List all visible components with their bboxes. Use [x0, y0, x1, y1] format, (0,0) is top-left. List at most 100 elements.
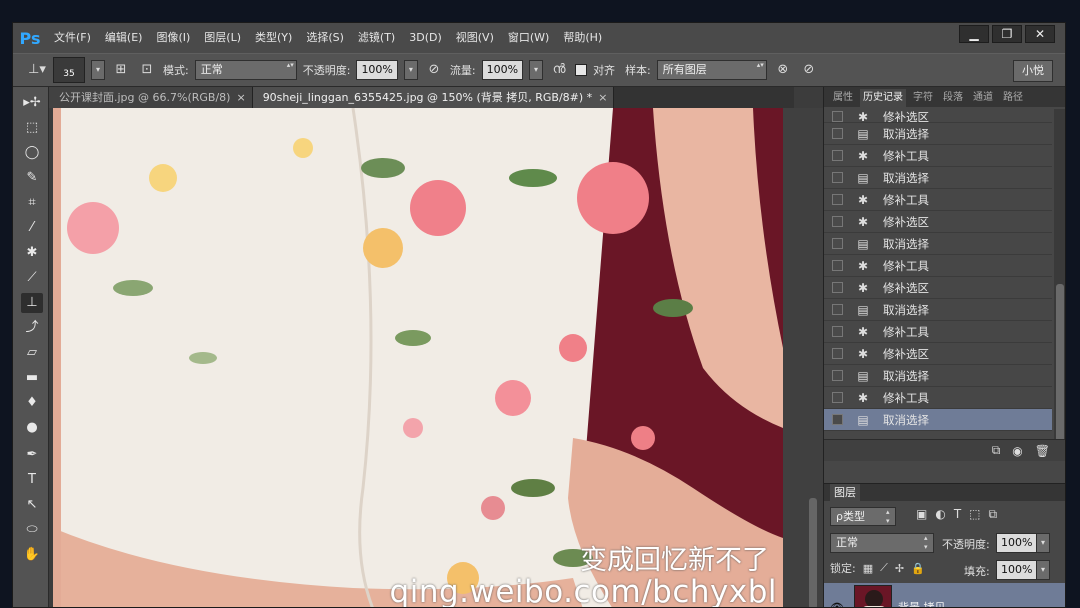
history-scroll-thumb[interactable]	[1056, 284, 1064, 444]
lock-position-icon[interactable]: ✢	[895, 562, 904, 575]
history-item[interactable]: ✱ 修补工具	[824, 189, 1052, 211]
history-checkbox[interactable]	[832, 392, 843, 403]
lock-paint-icon[interactable]: ⟋	[880, 561, 888, 575]
history-checkbox[interactable]	[832, 414, 843, 425]
tab-properties[interactable]: 属性	[830, 89, 856, 107]
history-checkbox[interactable]	[832, 326, 843, 337]
layer-name[interactable]: 背景 拷贝	[898, 599, 946, 607]
crop-icon[interactable]: ⌗	[21, 193, 43, 213]
type-icon[interactable]: T	[21, 470, 43, 490]
blend-mode-select[interactable]: 正常	[830, 533, 934, 553]
menu-filter[interactable]: 滤镜(T)	[351, 23, 402, 53]
lock-all-icon[interactable]: 🔒	[911, 562, 925, 575]
gradient-icon[interactable]: ▬	[21, 368, 43, 388]
menu-edit[interactable]: 编辑(E)	[98, 23, 150, 53]
close-icon[interactable]: ×	[236, 91, 245, 104]
shape-filter-icon[interactable]: ⬚	[969, 507, 980, 522]
lasso-icon[interactable]: ◯	[21, 143, 43, 163]
tab-channels[interactable]: 通道	[970, 89, 996, 107]
fill-input[interactable]: 100%	[996, 560, 1038, 580]
mode-select[interactable]: 正常	[194, 60, 297, 80]
adjustment-filter-icon[interactable]: ◐	[935, 507, 945, 522]
opacity-input[interactable]: 100%	[356, 60, 398, 80]
shape-icon[interactable]: ⬭	[21, 520, 43, 540]
camera-icon[interactable]: ◉	[1012, 444, 1022, 458]
history-item[interactable]: ✱ 修补选区	[824, 277, 1052, 299]
brush-preset-picker[interactable]: 35	[53, 57, 85, 83]
history-item[interactable]: ▤ 取消选择	[824, 365, 1052, 387]
pressure-size-icon[interactable]: ⊘	[799, 60, 819, 80]
dodge-icon[interactable]: ●	[21, 418, 43, 438]
document-canvas[interactable]: 变成回忆新不了 qing.weibo.com/bchyxbl	[53, 108, 783, 607]
flow-input[interactable]: 100%	[481, 60, 524, 80]
history-item[interactable]: ✱ 修补选区	[824, 111, 1052, 123]
history-checkbox[interactable]	[832, 370, 843, 381]
menu-layer[interactable]: 图层(L)	[197, 23, 248, 53]
ignore-adjustment-icon[interactable]: ⊗	[773, 60, 793, 80]
history-checkbox[interactable]	[832, 128, 843, 139]
opacity-dropdown-button[interactable]: ▾	[403, 60, 418, 80]
layer-row[interactable]: 👁 背景 拷贝	[824, 583, 1065, 607]
tab-document-1[interactable]: 公开课封面.jpg @ 66.7%(RGB/8) ×	[49, 87, 253, 108]
menu-select[interactable]: 选择(S)	[299, 23, 351, 53]
menu-type[interactable]: 类型(Y)	[248, 23, 299, 53]
eyedropper-icon[interactable]: ⁄	[21, 218, 43, 238]
clone-source-icon[interactable]: ⊡	[137, 60, 157, 80]
smart-object-filter-icon[interactable]: ⧉	[989, 507, 998, 522]
history-item[interactable]: ▤ 取消选择	[824, 299, 1052, 321]
blur-icon[interactable]: ♦	[21, 393, 43, 413]
hand-icon[interactable]: ✋	[21, 545, 43, 565]
flow-dropdown-button[interactable]: ▾	[529, 60, 544, 80]
menu-3d[interactable]: 3D(D)	[402, 23, 449, 53]
layers-tab[interactable]: 图层	[830, 484, 860, 502]
airbrush-icon[interactable]: ൻ	[549, 60, 569, 80]
history-item[interactable]: ▤ 取消选择	[824, 123, 1052, 145]
close-icon[interactable]: ×	[598, 91, 607, 104]
new-document-icon[interactable]: ⧉	[992, 443, 1001, 458]
layer-opacity-input[interactable]: 100%	[996, 533, 1038, 553]
history-checkbox[interactable]	[832, 260, 843, 271]
tab-paragraph[interactable]: 段落	[940, 89, 966, 107]
canvas-scrollbar[interactable]	[809, 498, 817, 607]
brush-icon[interactable]: ⟋	[21, 268, 43, 288]
history-checkbox[interactable]	[832, 238, 843, 249]
clone-stamp-preset-icon[interactable]: ⊥▾	[27, 60, 47, 80]
fill-dropdown[interactable]: ▾	[1036, 560, 1050, 580]
history-item[interactable]: ✱ 修补工具	[824, 145, 1052, 167]
tab-history[interactable]: 历史记录	[860, 89, 906, 107]
user-button[interactable]: 小悦	[1013, 60, 1053, 82]
minimize-button[interactable]: ▁	[959, 25, 989, 43]
history-item[interactable]: ✱ 修补工具	[824, 321, 1052, 343]
pen-icon[interactable]: ✒	[21, 445, 43, 465]
history-checkbox[interactable]	[832, 282, 843, 293]
eraser-icon[interactable]: ▱	[21, 343, 43, 363]
type-filter-icon[interactable]: T	[954, 507, 961, 522]
trash-icon[interactable]: 🗑	[1035, 444, 1050, 458]
tab-document-2[interactable]: 90sheji_linggan_6355425.jpg @ 150% (背景 拷…	[252, 87, 615, 108]
menu-help[interactable]: 帮助(H)	[556, 23, 609, 53]
history-brush-icon[interactable]: ⤴	[21, 318, 43, 338]
history-checkbox[interactable]	[832, 150, 843, 161]
history-item[interactable]: ▤ 取消选择	[824, 167, 1052, 189]
move-icon[interactable]: ▸✢	[21, 93, 43, 113]
history-checkbox[interactable]	[832, 194, 843, 205]
menu-view[interactable]: 视图(V)	[449, 23, 501, 53]
clone-stamp-icon[interactable]: ⊥	[21, 293, 43, 313]
close-button[interactable]: ✕	[1025, 25, 1055, 43]
brush-panel-icon[interactable]: ⊞	[111, 60, 131, 80]
path-select-icon[interactable]: ↖	[21, 495, 43, 515]
history-scrollbar[interactable]	[1054, 109, 1065, 444]
history-item[interactable]: ✱ 修补选区	[824, 211, 1052, 233]
pressure-opacity-icon[interactable]: ⊘	[424, 60, 444, 80]
menu-file[interactable]: 文件(F)	[47, 23, 98, 53]
history-item[interactable]: ✱ 修补工具	[824, 255, 1052, 277]
history-item[interactable]: ✱ 修补工具	[824, 387, 1052, 409]
restore-button[interactable]: ❐	[992, 25, 1022, 43]
image-filter-icon[interactable]: ▣	[916, 507, 927, 522]
history-checkbox[interactable]	[832, 111, 843, 122]
history-checkbox[interactable]	[832, 216, 843, 227]
sample-select[interactable]: 所有图层	[656, 60, 767, 80]
menu-image[interactable]: 图像(I)	[149, 23, 197, 53]
history-checkbox[interactable]	[832, 172, 843, 183]
healing-icon[interactable]: ✱	[21, 243, 43, 263]
